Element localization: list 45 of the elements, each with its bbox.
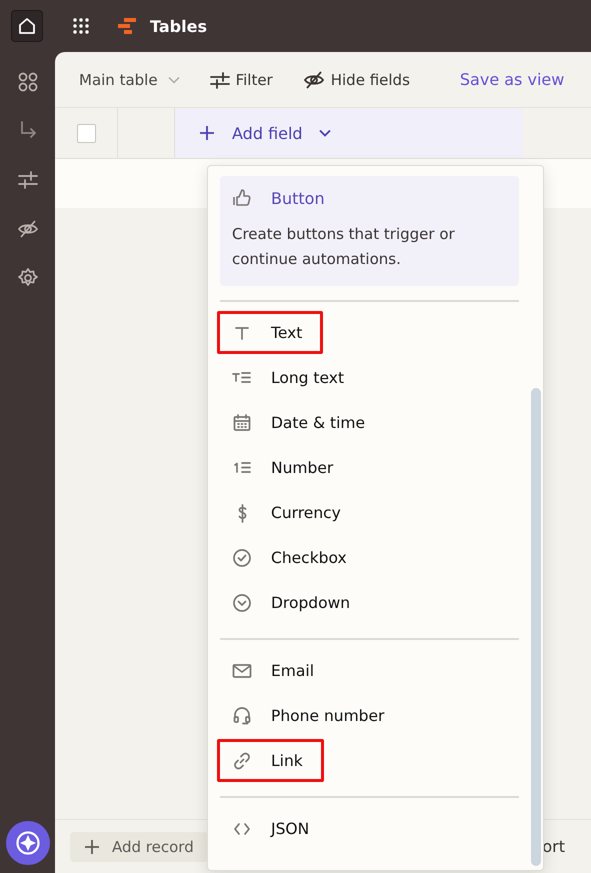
footer-button-label[interactable]: ort — [542, 837, 565, 856]
option-label: Button — [271, 188, 325, 208]
check-circle-icon — [232, 548, 252, 568]
field-type-option[interactable]: Text — [217, 311, 324, 354]
chevron-circle-icon — [232, 592, 252, 612]
chevron-down-icon — [318, 129, 331, 137]
select-all-checkbox[interactable] — [76, 124, 96, 142]
settings-icon[interactable] — [16, 267, 38, 289]
home-icon — [18, 17, 36, 35]
filter-icon[interactable] — [16, 169, 38, 191]
option-description: Create buttons that trigger or continue automations. — [232, 224, 456, 270]
assistant-button[interactable] — [6, 821, 50, 865]
add-field-button[interactable]: Add field — [175, 108, 523, 158]
app-title: Tables — [150, 16, 207, 36]
app-grid-icon — [72, 17, 90, 35]
eye-slash-icon — [302, 70, 325, 88]
headset-icon — [232, 706, 252, 726]
field-type-option[interactable]: Email — [217, 649, 336, 692]
save-as-view-link[interactable]: Save as view — [460, 70, 564, 89]
home-button[interactable] — [11, 10, 43, 42]
field-type-option[interactable]: Checkbox — [217, 536, 368, 579]
add-record-button[interactable]: Add record — [70, 832, 208, 862]
view-dropdown[interactable]: Main table — [79, 70, 180, 88]
apps-icon[interactable] — [16, 71, 38, 93]
button-field-option[interactable]: Button Create buttons that trigger or continue automations. — [220, 176, 519, 286]
link-icon — [232, 750, 252, 770]
calendar-icon — [232, 412, 252, 432]
chevron-down-icon — [168, 76, 180, 84]
eye-slash-icon[interactable] — [16, 218, 38, 240]
field-type-option[interactable]: Date & time — [217, 401, 386, 444]
field-type-option[interactable]: Long text — [217, 356, 366, 399]
scrollbar[interactable] — [531, 388, 541, 866]
thumbs-up-icon — [232, 188, 252, 208]
plus-icon — [84, 838, 100, 854]
hide-fields-button[interactable]: Hide fields — [302, 70, 410, 88]
field-type-option[interactable]: Dropdown — [217, 581, 372, 624]
field-type-option[interactable]: Phone number — [217, 694, 406, 737]
filter-icon — [210, 70, 230, 88]
field-type-option[interactable]: JSON — [217, 807, 330, 850]
field-type-option[interactable]: Number — [217, 446, 354, 489]
logo-icon — [118, 18, 136, 34]
field-type-option[interactable]: Currency — [217, 491, 362, 534]
plus-icon — [200, 126, 214, 140]
field-type-option[interactable]: Link — [217, 739, 324, 782]
filter-button[interactable]: Filter — [210, 70, 273, 88]
